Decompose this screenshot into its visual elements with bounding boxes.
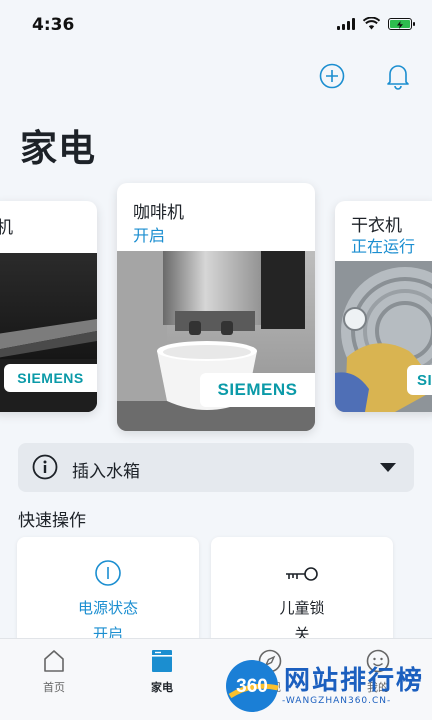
home-icon (44, 650, 64, 672)
appliance-card-hood[interactable]: 机 SIEMENS (0, 201, 97, 412)
power-icon (95, 560, 121, 586)
key-icon (286, 567, 318, 581)
chevron-down-icon[interactable] (380, 463, 396, 473)
appliance-card-dryer[interactable]: 干衣机 正在运行 SIE (335, 201, 432, 412)
notifications-button[interactable] (382, 60, 414, 92)
tab-home[interactable]: 首页 (24, 649, 84, 695)
watermark-subtext: -WANGZHAN360.CN- (282, 696, 392, 706)
bell-icon (387, 65, 409, 90)
battery-icon (388, 17, 415, 30)
appliance-card-coffee-machine[interactable]: 咖啡机 开启 SIEMENS (117, 183, 315, 431)
water-tank-notification[interactable]: 插入水箱 (18, 443, 414, 492)
siemens-logo: SIEMENS (4, 364, 97, 392)
wifi-icon (363, 17, 380, 30)
status-time: 4:36 (32, 15, 75, 35)
info-icon (32, 454, 58, 480)
child-lock-label: 儿童锁 (279, 599, 325, 617)
appliance-status: 开启 (133, 226, 166, 245)
tab-appliances[interactable]: 家电 (132, 649, 192, 695)
quick-actions-title: 快速操作 (18, 511, 86, 531)
status-icons (337, 17, 415, 30)
watermark: 360 网站排行榜 -WANGZHAN360.CN- (222, 654, 432, 720)
notification-text: 插入水箱 (72, 462, 140, 482)
add-button[interactable] (316, 60, 348, 92)
page-title: 家电 (20, 127, 96, 170)
power-status-label: 电源状态 (77, 599, 138, 617)
add-icon (319, 63, 345, 89)
siemens-logo: SIEMENS (200, 373, 315, 407)
appliance-status: 正在运行 (351, 237, 416, 256)
appliance-icon (152, 650, 172, 672)
watermark-logo-text: 360 (236, 676, 268, 697)
appliance-name: 机 (0, 218, 13, 238)
siemens-logo: SIE (407, 365, 432, 395)
cellular-signal-icon (337, 17, 355, 30)
child-lock-card[interactable]: 儿童锁 关 (211, 537, 393, 647)
tab-appliances-label: 家电 (151, 681, 173, 694)
appliance-name: 咖啡机 (133, 203, 184, 223)
status-bar: 4:36 (0, 0, 432, 50)
power-status-card[interactable]: 电源状态 开启 (17, 537, 199, 647)
watermark-text: 网站排行榜 (284, 666, 425, 696)
watermark-logo: 360 (226, 660, 279, 712)
tab-home-label: 首页 (43, 681, 65, 694)
